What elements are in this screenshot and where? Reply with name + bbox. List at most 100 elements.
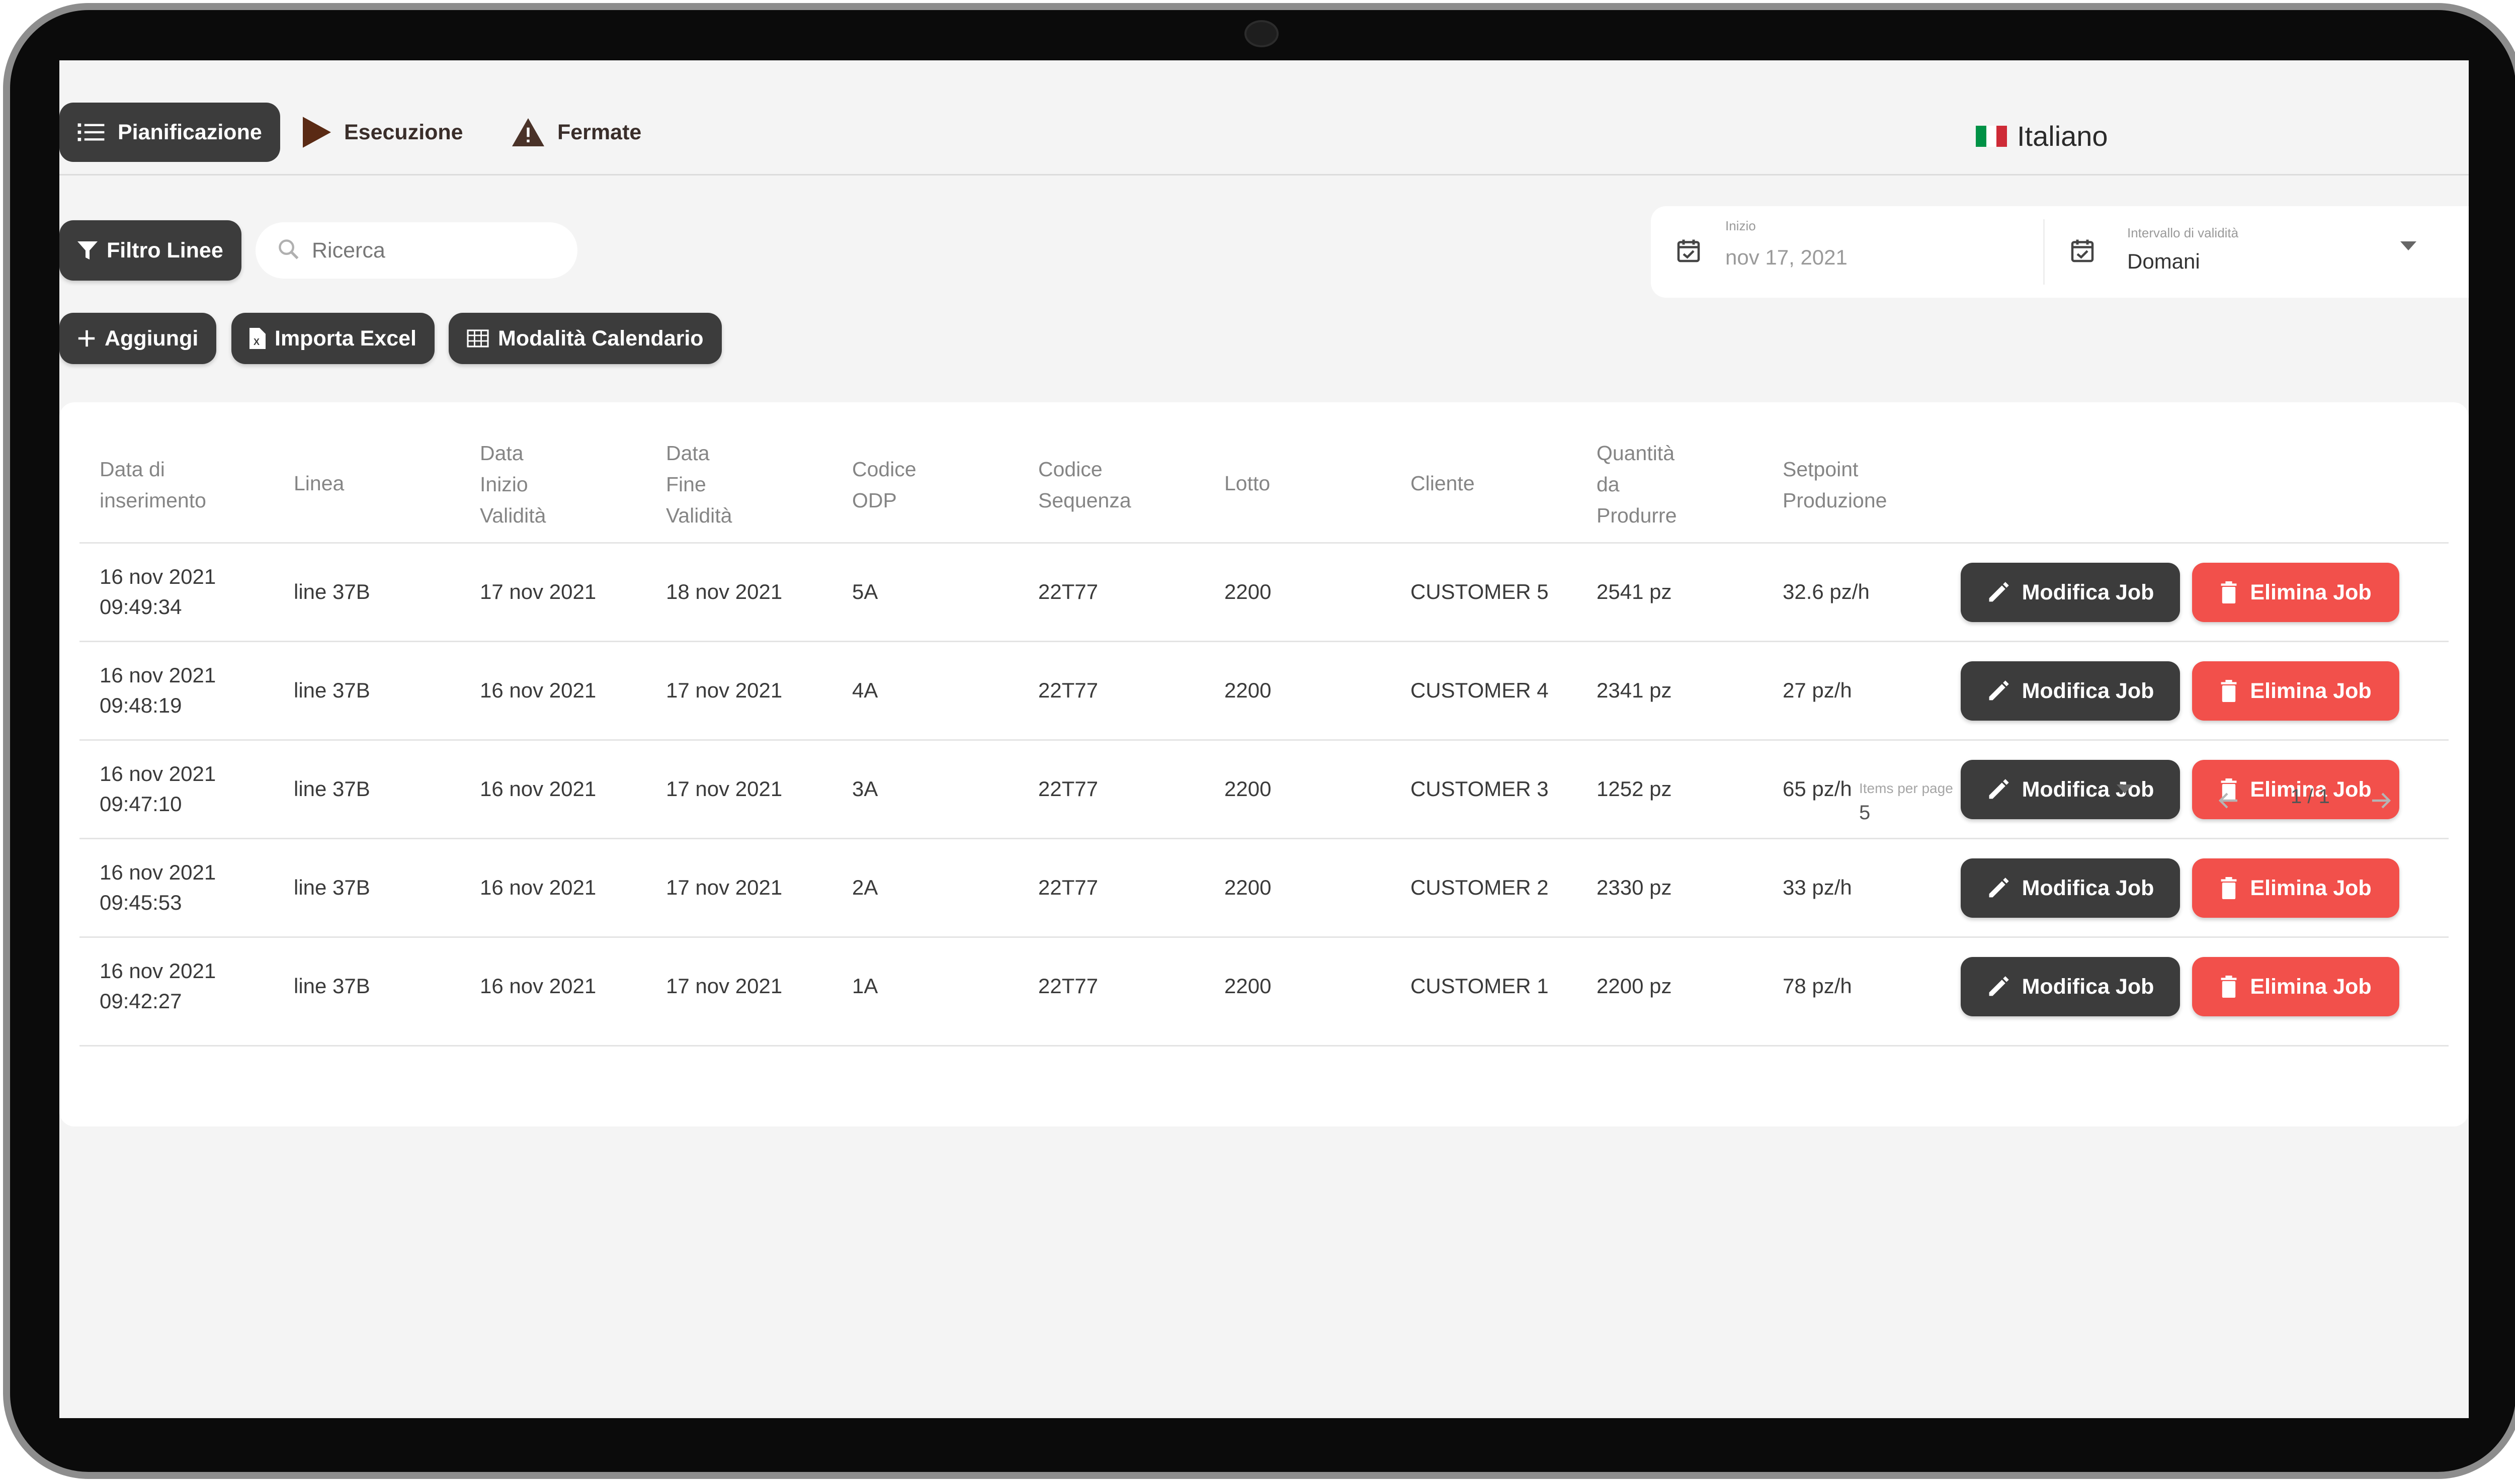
delete-job-button[interactable]: Elimina Job: [2192, 563, 2399, 622]
table-row: 16 nov 2021 09:49:34 line 37B 17 nov 2021 1…: [79, 542, 2449, 640]
start-date-value: nov 17, 2021: [1725, 245, 1848, 269]
cell-start: 16 nov 2021: [480, 777, 597, 801]
tab-esecuzione-label: Esecuzione: [344, 120, 463, 144]
pencil-icon: [1987, 679, 2010, 703]
cell-setpoint: 33 pz/h: [1783, 876, 1852, 899]
cell-quantity: 2330 pz: [1597, 876, 1672, 899]
add-button[interactable]: Aggiungi: [59, 313, 217, 364]
cell-end: 17 nov 2021: [666, 777, 783, 801]
cell-inserted: 16 nov 2021 09:49:34: [100, 565, 216, 619]
delete-job-label: Elimina Job: [2250, 974, 2372, 999]
start-date-field[interactable]: Inizio nov 17, 2021: [1651, 206, 2043, 298]
table-row: 16 nov 2021 09:47:10 line 37B 16 nov 2021 1…: [79, 739, 2449, 837]
filter-lines-button[interactable]: Filtro Linee: [59, 220, 241, 281]
edit-job-button[interactable]: Modifica Job: [1961, 760, 2180, 819]
cell-line: line 37B: [294, 580, 370, 603]
cell-lot: 2200: [1224, 876, 1272, 899]
cell-line: line 37B: [294, 678, 370, 702]
search-icon: [278, 238, 300, 263]
top-navigation: Pianificazione Esecuzione Fermate Italia…: [59, 60, 2469, 176]
column-header-quantity: Quantità da Produrre: [1597, 442, 1677, 527]
cell-customer: CUSTOMER 4: [1410, 678, 1549, 702]
cell-quantity: 2200 pz: [1597, 974, 1672, 998]
tab-fermate[interactable]: Fermate: [512, 103, 641, 162]
trash-icon: [2220, 581, 2238, 603]
validity-range-label: Intervallo di validità: [2127, 225, 2239, 240]
cell-end: 18 nov 2021: [666, 580, 783, 603]
delete-job-button[interactable]: Elimina Job: [2192, 858, 2399, 918]
cell-inserted: 16 nov 2021 09:45:53: [100, 860, 216, 914]
chevron-down-icon[interactable]: [2400, 241, 2416, 254]
table-grid-icon: [467, 329, 489, 347]
jobs-table-card: Data di inserimento Linea Data Inizio Vali…: [59, 402, 2469, 1126]
delete-job-button[interactable]: Elimina Job: [2192, 957, 2399, 1016]
cell-sequence: 22T77: [1038, 974, 1099, 998]
list-icon: [77, 121, 105, 143]
filter-lines-label: Filtro Linee: [107, 238, 223, 263]
cell-inserted: 16 nov 2021 09:47:10: [100, 762, 216, 816]
edit-job-button[interactable]: Modifica Job: [1961, 661, 2180, 721]
edit-job-label: Modifica Job: [2022, 974, 2154, 999]
edit-job-label: Modifica Job: [2022, 678, 2154, 703]
cell-quantity: 2341 pz: [1597, 678, 1672, 702]
tab-esecuzione[interactable]: Esecuzione: [303, 103, 463, 162]
cell-odp: 4A: [852, 678, 878, 702]
arrow-right-icon[interactable]: [2370, 791, 2392, 813]
import-excel-label: Importa Excel: [275, 326, 416, 351]
tab-pianificazione[interactable]: Pianificazione: [59, 103, 280, 162]
cell-customer: CUSTOMER 1: [1410, 974, 1549, 998]
delete-job-label: Elimina Job: [2250, 678, 2372, 703]
trash-icon: [2220, 976, 2238, 998]
table-row: 16 nov 2021 09:45:53 line 37B 16 nov 2021 1…: [79, 838, 2449, 936]
cell-odp: 5A: [852, 580, 878, 603]
app-screen: Pianificazione Esecuzione Fermate Italia…: [59, 60, 2469, 1418]
items-per-page-label: Items per page: [1859, 780, 1953, 796]
delete-job-label: Elimina Job: [2250, 876, 2372, 900]
chevron-down-icon[interactable]: [2117, 784, 2133, 797]
cell-sequence: 22T77: [1038, 678, 1099, 702]
arrow-left-icon[interactable]: [2217, 791, 2239, 813]
play-icon: [303, 117, 331, 148]
italy-flag-icon: [1976, 125, 2007, 147]
language-selector[interactable]: Italiano: [1976, 120, 2108, 152]
cell-setpoint: 65 pz/h: [1783, 777, 1852, 801]
column-header-odp: Codice ODP: [852, 458, 916, 512]
date-filter-panel: Inizio nov 17, 2021 Intervallo di validi…: [1651, 206, 2469, 298]
cell-customer: CUSTOMER 5: [1410, 580, 1549, 603]
tab-fermate-label: Fermate: [557, 120, 642, 144]
pencil-icon: [1987, 581, 2010, 604]
cell-line: line 37B: [294, 974, 370, 998]
cell-end: 17 nov 2021: [666, 974, 783, 998]
column-header-end: Data Fine Validità: [666, 442, 732, 527]
cell-setpoint: 27 pz/h: [1783, 678, 1852, 702]
search-input[interactable]: [311, 237, 514, 264]
cell-customer: CUSTOMER 2: [1410, 876, 1549, 899]
import-excel-button[interactable]: X Importa Excel: [231, 313, 435, 364]
calendar-mode-button[interactable]: Modalità Calendario: [449, 313, 722, 364]
search-box[interactable]: [256, 222, 577, 279]
calendar-check-icon: [2070, 238, 2095, 266]
edit-job-label: Modifica Job: [2022, 777, 2154, 802]
cell-customer: CUSTOMER 3: [1410, 777, 1549, 801]
validity-range-value: Domani: [2127, 249, 2200, 273]
camera-icon: [1244, 20, 1279, 47]
cell-sequence: 22T77: [1038, 876, 1099, 899]
edit-job-button[interactable]: Modifica Job: [1961, 957, 2180, 1016]
cell-quantity: 1252 pz: [1597, 777, 1672, 801]
cell-setpoint: 32.6 pz/h: [1783, 580, 1870, 603]
cell-end: 17 nov 2021: [666, 678, 783, 702]
cell-start: 16 nov 2021: [480, 974, 597, 998]
edit-job-button[interactable]: Modifica Job: [1961, 563, 2180, 622]
edit-job-button[interactable]: Modifica Job: [1961, 858, 2180, 918]
column-header-inserted: Data di inserimento: [100, 458, 206, 512]
table-row: 16 nov 2021 09:48:19 line 37B 16 nov 2021 1…: [79, 641, 2449, 739]
delete-job-label: Elimina Job: [2250, 580, 2372, 604]
edit-job-label: Modifica Job: [2022, 876, 2154, 900]
cell-setpoint: 78 pz/h: [1783, 974, 1852, 998]
cell-start: 16 nov 2021: [480, 678, 597, 702]
excel-file-icon: X: [249, 328, 266, 349]
trash-icon: [2220, 877, 2238, 899]
start-date-label: Inizio: [1725, 218, 1756, 233]
delete-job-button[interactable]: Elimina Job: [2192, 661, 2399, 721]
items-per-page-select[interactable]: 5: [1859, 802, 1870, 824]
